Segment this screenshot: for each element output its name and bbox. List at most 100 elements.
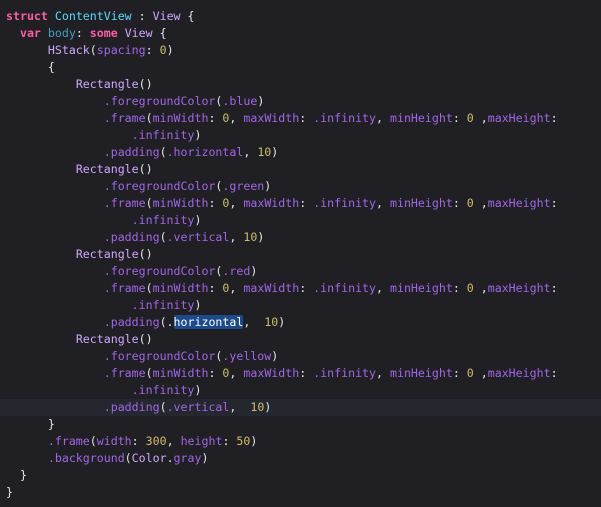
code-token: .green xyxy=(222,179,265,193)
selected-text: horizontal xyxy=(173,315,244,329)
code-token: ( xyxy=(89,434,97,448)
code-token: .padding xyxy=(103,400,160,414)
code-token: . xyxy=(166,451,174,465)
code-token: ) xyxy=(201,451,209,465)
code-token: , xyxy=(229,230,244,244)
code-line[interactable]: .foregroundColor(.yellow) xyxy=(0,348,601,365)
code-token: ( xyxy=(145,281,153,295)
code-line[interactable]: } xyxy=(0,484,601,501)
code-line[interactable]: Rectangle() xyxy=(0,161,601,178)
code-token: , xyxy=(473,196,488,210)
code-token: 0 xyxy=(466,196,474,210)
code-token: .frame xyxy=(103,196,146,210)
code-line[interactable]: .padding(.horizontal, 10) xyxy=(0,314,601,331)
code-line[interactable]: } xyxy=(0,416,601,433)
code-token: : xyxy=(208,111,223,125)
code-line[interactable]: .frame(minWidth: 0, maxWidth: .infinity,… xyxy=(0,365,601,382)
code-token: .yellow xyxy=(222,349,272,363)
code-line[interactable]: .frame(minWidth: 0, maxWidth: .infinity,… xyxy=(0,280,601,297)
code-token: ContentView xyxy=(54,9,132,23)
code-token: , xyxy=(473,111,488,125)
code-token: { xyxy=(152,26,167,40)
code-token: width xyxy=(96,434,132,448)
code-token: { xyxy=(6,60,55,74)
code-token: , xyxy=(229,366,244,380)
code-token: ) xyxy=(264,400,272,414)
code-line[interactable]: Rectangle() xyxy=(0,76,601,93)
code-token: 0 xyxy=(466,281,474,295)
code-token: .frame xyxy=(47,434,90,448)
code-token: .padding xyxy=(103,230,160,244)
code-line[interactable]: .foregroundColor(.red) xyxy=(0,263,601,280)
code-token: minHeight xyxy=(389,111,453,125)
code-token: 0 xyxy=(466,366,474,380)
code-line[interactable]: Rectangle() xyxy=(0,246,601,263)
code-token: height xyxy=(180,434,223,448)
code-token: minWidth xyxy=(152,111,209,125)
code-line[interactable]: Rectangle() xyxy=(0,331,601,348)
code-token: 10 xyxy=(264,315,279,329)
code-token: Rectangle xyxy=(75,162,139,176)
current-code-line[interactable]: .padding(.vertical, 10) xyxy=(0,399,601,416)
code-token: ) xyxy=(257,94,265,108)
code-token: .vertical xyxy=(166,400,230,414)
code-line[interactable]: .frame(minWidth: 0, maxWidth: .infinity,… xyxy=(0,110,601,127)
code-line[interactable]: .padding(.vertical, 10) xyxy=(0,229,601,246)
code-line[interactable]: .background(Color.gray) xyxy=(0,450,601,467)
code-line[interactable]: } xyxy=(0,467,601,484)
code-token: , xyxy=(376,111,390,125)
code-token: minHeight xyxy=(389,196,453,210)
code-token: ( xyxy=(159,230,167,244)
code-token: ) xyxy=(278,315,286,329)
code-token: : xyxy=(452,111,467,125)
code-token: , xyxy=(229,196,244,210)
code-line[interactable]: HStack(spacing: 0) xyxy=(0,42,601,59)
code-token: ( xyxy=(159,400,167,414)
code-token: gray xyxy=(173,451,202,465)
code-token: .foregroundColor xyxy=(103,94,216,108)
code-token: View xyxy=(152,9,181,23)
code-line[interactable]: .infinity) xyxy=(0,382,601,399)
code-token: : xyxy=(131,434,146,448)
code-token: () xyxy=(138,162,153,176)
code-token: .red xyxy=(222,264,251,278)
code-line[interactable]: .foregroundColor(.green) xyxy=(0,178,601,195)
code-line[interactable]: .padding(.horizontal, 10) xyxy=(0,144,601,161)
code-line[interactable]: .infinity) xyxy=(0,297,601,314)
code-token: , xyxy=(229,281,244,295)
code-line[interactable]: .frame(width: 300, height: 50) xyxy=(0,433,601,450)
code-token: , xyxy=(376,196,390,210)
code-token: : xyxy=(452,196,467,210)
code-line[interactable]: .infinity) xyxy=(0,127,601,144)
code-line[interactable]: .infinity) xyxy=(0,212,601,229)
code-token: } xyxy=(6,485,13,499)
code-token: .padding xyxy=(103,315,160,329)
code-token: , xyxy=(376,366,390,380)
code-token: maxHeight xyxy=(487,281,551,295)
code-token: body xyxy=(47,26,76,40)
code-token: 50 xyxy=(236,434,251,448)
code-token: .foregroundColor xyxy=(103,264,216,278)
code-editor[interactable]: struct ContentView : View { var body: so… xyxy=(0,8,601,501)
code-token: 10 xyxy=(243,230,258,244)
code-token: minWidth xyxy=(152,366,209,380)
code-token: : xyxy=(452,281,467,295)
code-token: : xyxy=(222,434,237,448)
code-line[interactable]: var body: some View { xyxy=(0,25,601,42)
code-line[interactable]: .frame(minWidth: 0, maxWidth: .infinity,… xyxy=(0,195,601,212)
code-line[interactable]: struct ContentView : View { xyxy=(0,8,601,25)
code-token: minHeight xyxy=(389,281,453,295)
code-line[interactable]: .foregroundColor(.blue) xyxy=(0,93,601,110)
code-token: maxWidth xyxy=(243,281,300,295)
code-line[interactable]: { xyxy=(0,59,601,76)
